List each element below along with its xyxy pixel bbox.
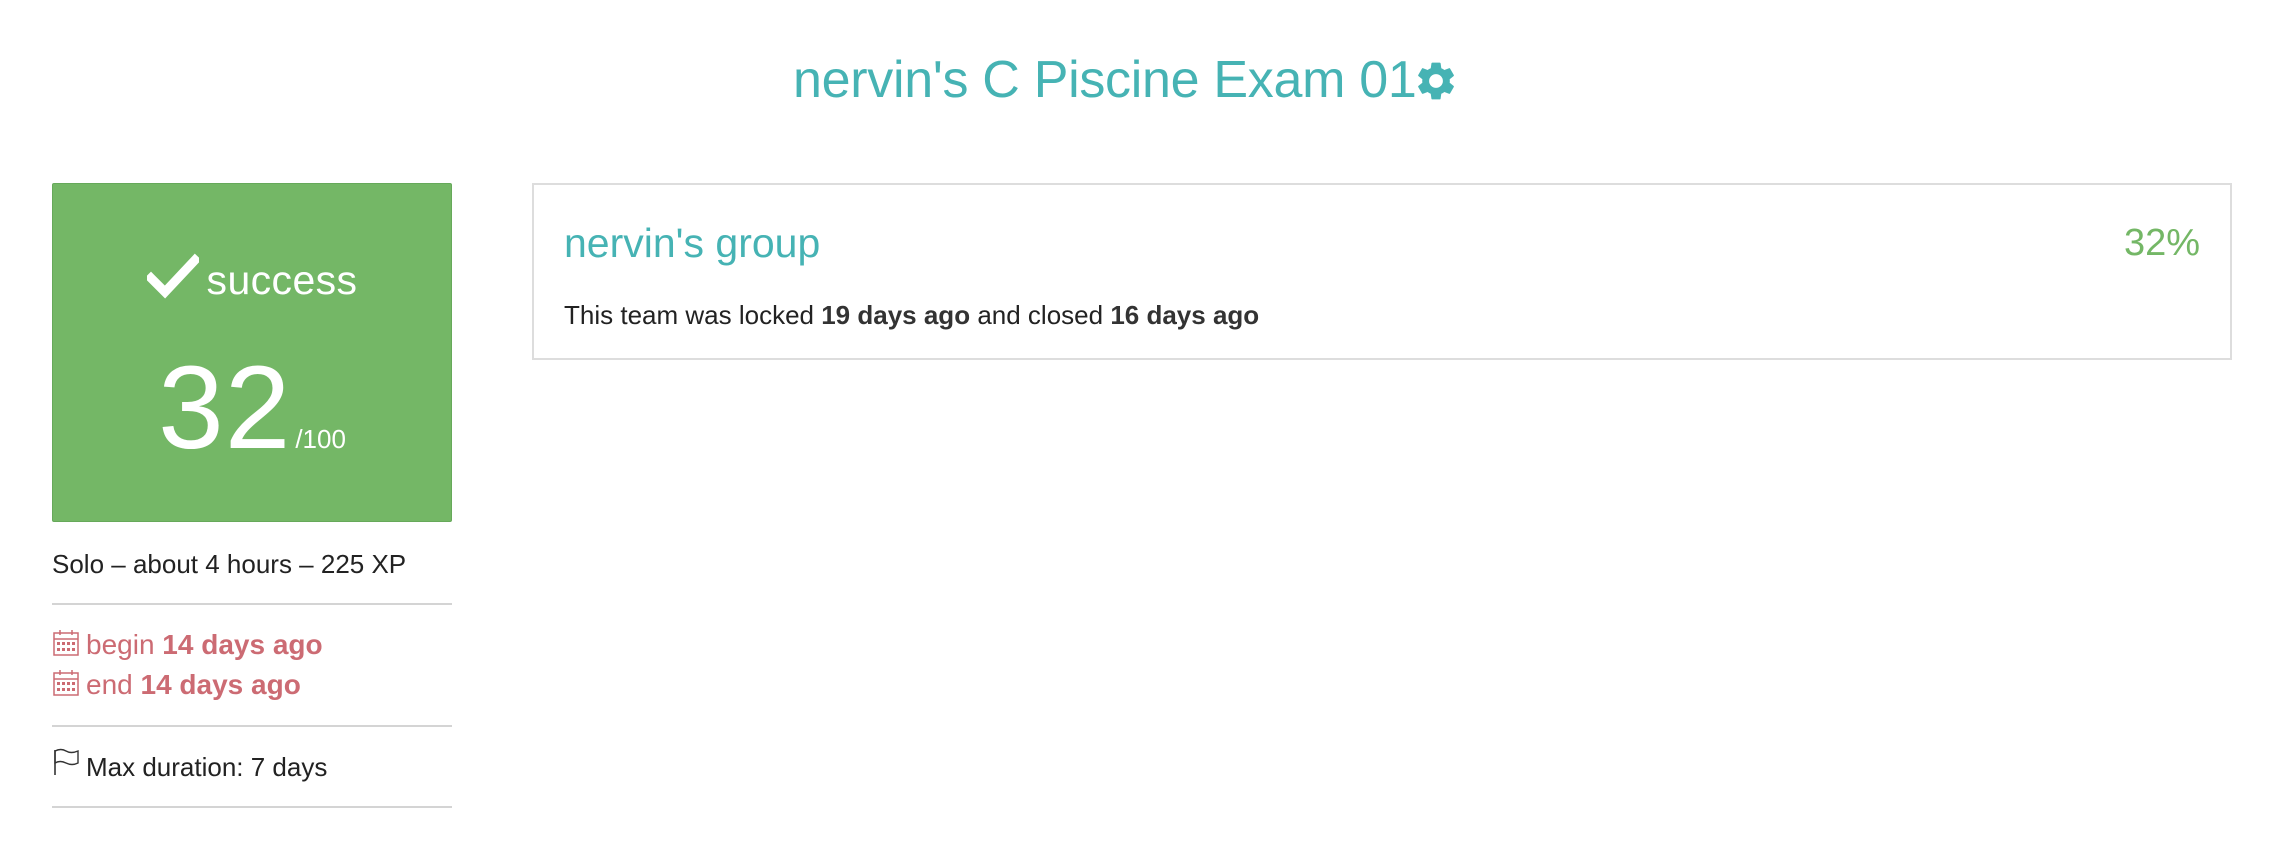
gear-icon[interactable] (1413, 58, 1459, 104)
max-duration-text: Max duration: 7 days (86, 752, 328, 782)
end-date: end 14 days ago (52, 666, 301, 704)
score-card: success 32/100 (52, 183, 452, 522)
team-desc-middle: and closed (977, 300, 1104, 330)
score-max: /100 (295, 424, 346, 454)
end-value: 14 days ago (140, 669, 301, 700)
project-summary: Solo – about 4 hours – 225 XP (52, 549, 407, 579)
begin-label: begin (86, 629, 155, 660)
team-closed-time: 16 days ago (1110, 300, 1260, 330)
flag-icon (54, 748, 79, 775)
begin-value: 14 days ago (162, 629, 323, 660)
score-value: 32 (158, 342, 292, 474)
project-page: nervin's C Piscine Exam 01 success 32/10… (0, 0, 2270, 848)
calendar-icon (53, 670, 79, 696)
team-name-link[interactable]: nervin's group (564, 215, 820, 271)
status-row: success (53, 252, 451, 304)
calendar-icon (53, 630, 79, 656)
title-row: nervin's C Piscine Exam 01 (0, 44, 2270, 116)
team-desc-prefix: This team was locked (564, 300, 814, 330)
status-label: success (206, 257, 358, 303)
divider (52, 603, 452, 605)
end-label: end (86, 669, 133, 700)
page-title: nervin's C Piscine Exam 01 (793, 51, 1417, 109)
team-locked-time: 19 days ago (821, 300, 971, 330)
team-panel: nervin's group 32% This team was locked … (532, 183, 2232, 360)
check-icon (146, 253, 199, 299)
score-row: 32/100 (53, 349, 451, 467)
team-score: 32% (2123, 222, 2200, 264)
divider (52, 725, 452, 727)
max-duration: Max duration: 7 days (52, 747, 327, 787)
begin-date: begin 14 days ago (52, 626, 323, 664)
divider (52, 806, 452, 808)
team-status: This team was locked 19 days ago and clo… (564, 297, 1259, 333)
